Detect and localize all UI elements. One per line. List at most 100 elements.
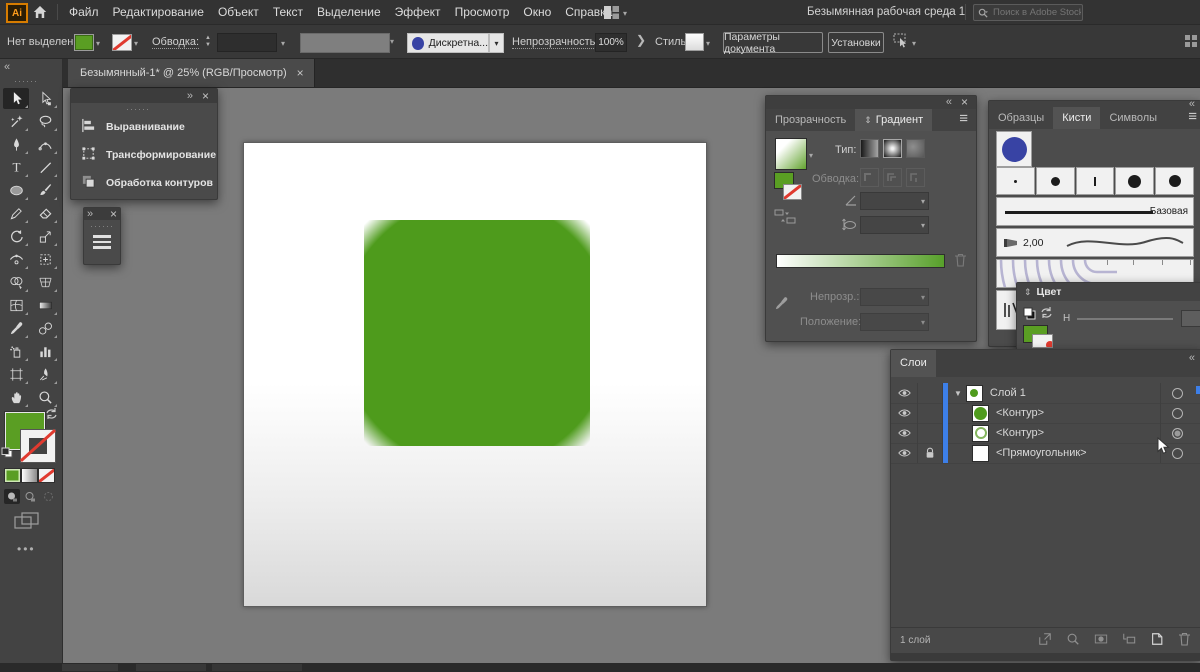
stock-search-field[interactable] <box>973 4 1083 21</box>
column-graph-tool[interactable] <box>32 341 58 362</box>
gradient-thumbnail-chevron[interactable] <box>809 149 813 161</box>
brush-basic[interactable]: Базовая <box>996 197 1194 226</box>
target-circle[interactable] <box>1172 408 1183 419</box>
eyedropper-tool[interactable] <box>3 318 29 339</box>
perspective-grid-tool[interactable] <box>32 272 58 293</box>
quick-actions-close-icon[interactable] <box>202 90 209 103</box>
scale-tool[interactable] <box>32 226 58 247</box>
gradient-panel-close-icon[interactable] <box>961 96 968 109</box>
draw-normal-mode-icon[interactable] <box>4 489 20 504</box>
selection-tool[interactable] <box>3 88 29 109</box>
menu-7[interactable]: Окно <box>522 5 552 19</box>
document-tab[interactable]: Безымянный-1* @ 25% (RGB/Просмотр) <box>68 59 315 87</box>
lock-icon[interactable] <box>918 443 943 463</box>
stroke-weight-value[interactable] <box>217 33 277 52</box>
menu-6[interactable]: Просмотр <box>454 5 511 19</box>
new-layer-icon[interactable] <box>1150 632 1164 649</box>
quick-actions-drag-dots[interactable] <box>126 103 150 115</box>
gradient-type-linear-button[interactable] <box>860 139 879 158</box>
toolbar-more-icon[interactable]: ••• <box>17 542 36 556</box>
hue-slider-track[interactable] <box>1077 318 1173 320</box>
clipping-mask-icon[interactable] <box>1094 632 1108 649</box>
stroke-across-button[interactable] <box>906 168 925 187</box>
stroke-within-button[interactable] <box>860 168 879 187</box>
isolate-selection-chevron[interactable] <box>912 37 916 49</box>
fill-color-chevron[interactable] <box>96 37 100 49</box>
gradient-tool[interactable] <box>32 295 58 316</box>
workspace-name-chevron[interactable] <box>946 8 950 20</box>
brush-scatter-dot[interactable] <box>996 131 1032 167</box>
stroke-weight-chevron[interactable] <box>281 37 285 49</box>
color-swap-icon[interactable] <box>1040 307 1054 322</box>
target-circle[interactable] <box>1172 448 1183 459</box>
preferences-button[interactable]: Установки <box>828 32 884 53</box>
gradient-aspect-dropdown[interactable] <box>860 216 929 234</box>
menu-lines-icon[interactable] <box>93 235 111 249</box>
calligraphic-brush-0[interactable] <box>996 167 1035 195</box>
gradient-type-freeform-button[interactable] <box>906 139 925 158</box>
zoom-tool[interactable] <box>32 387 58 408</box>
mini-panel-header[interactable] <box>84 208 120 220</box>
menu-3[interactable]: Текст <box>272 5 304 19</box>
menu-2[interactable]: Объект <box>217 5 260 19</box>
shaper-tool[interactable] <box>3 203 29 224</box>
pen-tool[interactable] <box>3 134 29 155</box>
slice-tool[interactable] <box>32 364 58 385</box>
visibility-eye-icon[interactable] <box>891 403 918 423</box>
shape-builder-tool[interactable] <box>3 272 29 293</box>
draw-inside-mode-icon[interactable] <box>40 489 56 504</box>
stroke-along-button[interactable] <box>883 168 902 187</box>
layer-row-3[interactable]: <Прямоугольник> <box>891 443 1200 464</box>
brush-definition-chevron[interactable] <box>489 33 504 53</box>
tools-panel-collapse-icon[interactable] <box>4 61 10 73</box>
stroke-weight-stepper[interactable]: ▲▼ <box>203 33 213 50</box>
gradient-panel-menu-icon[interactable] <box>959 113 968 126</box>
gradient-stroke-proxy[interactable] <box>783 184 802 200</box>
quick-action-transform[interactable]: Трансформирование <box>81 146 216 164</box>
fill-mode-gradient-swatch[interactable] <box>21 468 38 483</box>
search-input[interactable] <box>991 6 1083 19</box>
opacity-label[interactable]: Непрозрачность: <box>512 36 598 49</box>
layer-thumbnail[interactable] <box>972 425 989 442</box>
visibility-eye-icon[interactable] <box>891 423 918 443</box>
gradient-angle-dropdown[interactable] <box>860 192 929 210</box>
reverse-gradient-icon[interactable] <box>774 209 796 228</box>
color-stroke-proxy[interactable] <box>1032 334 1053 348</box>
layer-label[interactable]: <Контур> <box>996 407 1044 419</box>
layer-label[interactable]: <Прямоугольник> <box>996 447 1087 459</box>
visibility-eye-icon[interactable] <box>891 383 918 403</box>
lock-column[interactable] <box>918 423 943 443</box>
gradient-type-radial-button[interactable] <box>883 139 902 158</box>
workspace-name[interactable]: Безымянная рабочая среда 1 <box>807 6 965 18</box>
document-tab-close-icon[interactable] <box>297 67 304 80</box>
quick-action-pathfinder[interactable]: Обработка контуров <box>81 174 213 192</box>
brushes-panel-menu-icon[interactable] <box>1188 111 1197 124</box>
quick-action-align[interactable]: Выравнивание <box>81 118 185 136</box>
mini-panel-collapse-icon[interactable] <box>87 208 93 220</box>
rotate-tool[interactable] <box>3 226 29 247</box>
lock-column[interactable] <box>918 383 943 403</box>
swap-fill-stroke-icon[interactable] <box>45 408 58 423</box>
collect-export-icon[interactable] <box>1038 632 1052 649</box>
opacity-popup-arrow[interactable]: ❯ <box>636 33 646 47</box>
default-fill-stroke-icon[interactable] <box>1 447 13 461</box>
color-panel-header[interactable]: Цвет <box>1017 283 1200 301</box>
workspace-switcher-chevron[interactable] <box>623 7 627 19</box>
green-circle-object[interactable] <box>364 220 590 446</box>
workspace-switcher-icon[interactable] <box>604 6 619 22</box>
tab-brushes[interactable]: Кисти <box>1053 107 1100 129</box>
blend-tool[interactable] <box>32 318 58 339</box>
layer-thumbnail[interactable] <box>972 445 989 462</box>
eraser-tool[interactable] <box>32 203 58 224</box>
ellipse-tool[interactable] <box>3 180 29 201</box>
curvature-tool[interactable] <box>32 134 58 155</box>
screen-mode-icon[interactable] <box>14 512 40 532</box>
delete-layer-icon[interactable] <box>1178 632 1191 649</box>
tools-panel-drag-dots[interactable] <box>14 75 38 87</box>
gradient-thumbnail[interactable] <box>775 138 807 170</box>
stroke-color-chevron[interactable] <box>134 37 138 49</box>
color-default-icon[interactable] <box>1023 307 1036 323</box>
opacity-value-box[interactable]: 100% <box>595 33 627 52</box>
layer-thumbnail[interactable] <box>966 385 983 402</box>
layer-label[interactable]: <Контур> <box>996 427 1044 439</box>
